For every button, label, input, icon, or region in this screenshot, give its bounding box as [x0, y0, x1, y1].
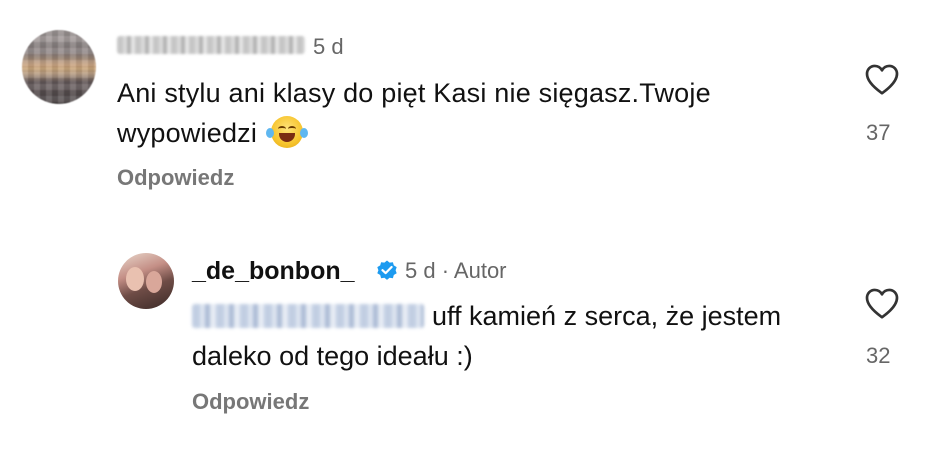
reply-text: uff kamień z serca, że jestem daleko od … — [192, 296, 832, 376]
commenter-username-blurred[interactable] — [117, 36, 305, 54]
comment-timestamp: 5 d — [313, 34, 344, 59]
comment-text: Ani stylu ani klasy do pięt Kasi nie się… — [117, 73, 837, 153]
mention-blurred[interactable] — [192, 304, 424, 328]
heart-icon[interactable] — [864, 62, 900, 96]
comment-timestamp-author: 5 d · Autor — [405, 258, 507, 283]
like-count: 32 — [866, 343, 891, 368]
laughing-tears-emoji-icon — [265, 116, 308, 148]
comment-text-content: Ani stylu ani klasy do pięt Kasi nie się… — [117, 78, 711, 148]
like-count: 37 — [866, 120, 891, 145]
author-username[interactable]: _de_bonbon_ — [192, 257, 355, 286]
heart-icon[interactable] — [864, 286, 900, 320]
reply-button[interactable]: Odpowiedz — [117, 165, 234, 191]
author-avatar[interactable] — [118, 253, 174, 309]
verified-badge-icon — [377, 260, 397, 280]
reply-button[interactable]: Odpowiedz — [192, 389, 309, 415]
commenter-avatar-blurred[interactable] — [22, 30, 96, 104]
